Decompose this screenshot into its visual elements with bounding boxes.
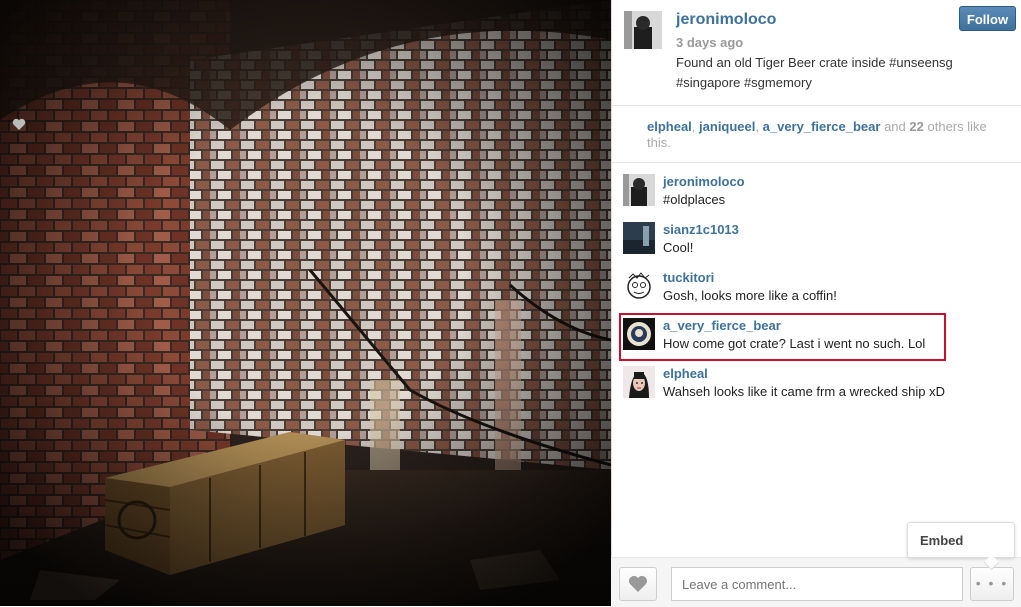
more-options-button[interactable]: • • • [970, 567, 1014, 601]
commenter-username[interactable]: jeronimoloco [663, 174, 745, 189]
commenter-avatar[interactable] [623, 366, 655, 398]
ellipsis-icon: • • • [975, 575, 1009, 591]
author-avatar[interactable] [624, 11, 662, 49]
comment-text: Gosh, looks more like a coffin! [663, 288, 837, 303]
liker-link[interactable]: elpheal [647, 119, 692, 134]
comment-text: #oldplaces [663, 192, 726, 207]
liker-link[interactable]: a_very_fierce_bear [763, 119, 881, 134]
likes-summary: elpheal, janiqueel, a_very_fierce_bear a… [647, 119, 987, 150]
liker-link[interactable]: janiqueel [699, 119, 755, 134]
comment-item: sianz1c1013 Cool! [623, 222, 953, 262]
heart-icon [629, 576, 647, 592]
post-header: jeronimoloco 3 days ago Found an old Tig… [612, 0, 1021, 106]
highlight-box [619, 313, 946, 361]
comment-item: elpheal Wahseh looks like it came frm a … [623, 366, 953, 406]
commenter-avatar[interactable] [623, 174, 655, 206]
commenter-username[interactable]: elpheal [663, 366, 708, 381]
comment-item: tuckitori Gosh, looks more like a coffin… [623, 270, 953, 310]
like-button[interactable] [619, 567, 657, 601]
comment-input[interactable] [671, 567, 963, 601]
commenter-avatar[interactable] [623, 222, 655, 254]
embed-popover[interactable]: Embed [907, 522, 1015, 558]
embed-option[interactable]: Embed [920, 533, 963, 548]
post-photo [0, 0, 611, 606]
post-caption: Found an old Tiger Beer crate inside #un… [676, 55, 953, 90]
comment-text: Wahseh looks like it came frm a wrecked … [663, 384, 946, 399]
likes-count[interactable]: 22 [909, 119, 923, 134]
author-username[interactable]: jeronimoloco [676, 11, 776, 29]
commenter-username[interactable]: tuckitori [663, 270, 714, 285]
post-timestamp: 3 days ago [676, 35, 744, 50]
commenter-username[interactable]: sianz1c1013 [663, 222, 739, 237]
comment-text: Cool! [663, 240, 694, 255]
commenter-avatar[interactable] [623, 270, 655, 302]
likes-and-text: and [884, 119, 906, 134]
comment-footer: • • • [611, 557, 1021, 607]
follow-button[interactable]: Follow [959, 6, 1016, 31]
comment-item: jeronimoloco #oldplaces [623, 174, 953, 214]
heart-icon [12, 118, 26, 136]
